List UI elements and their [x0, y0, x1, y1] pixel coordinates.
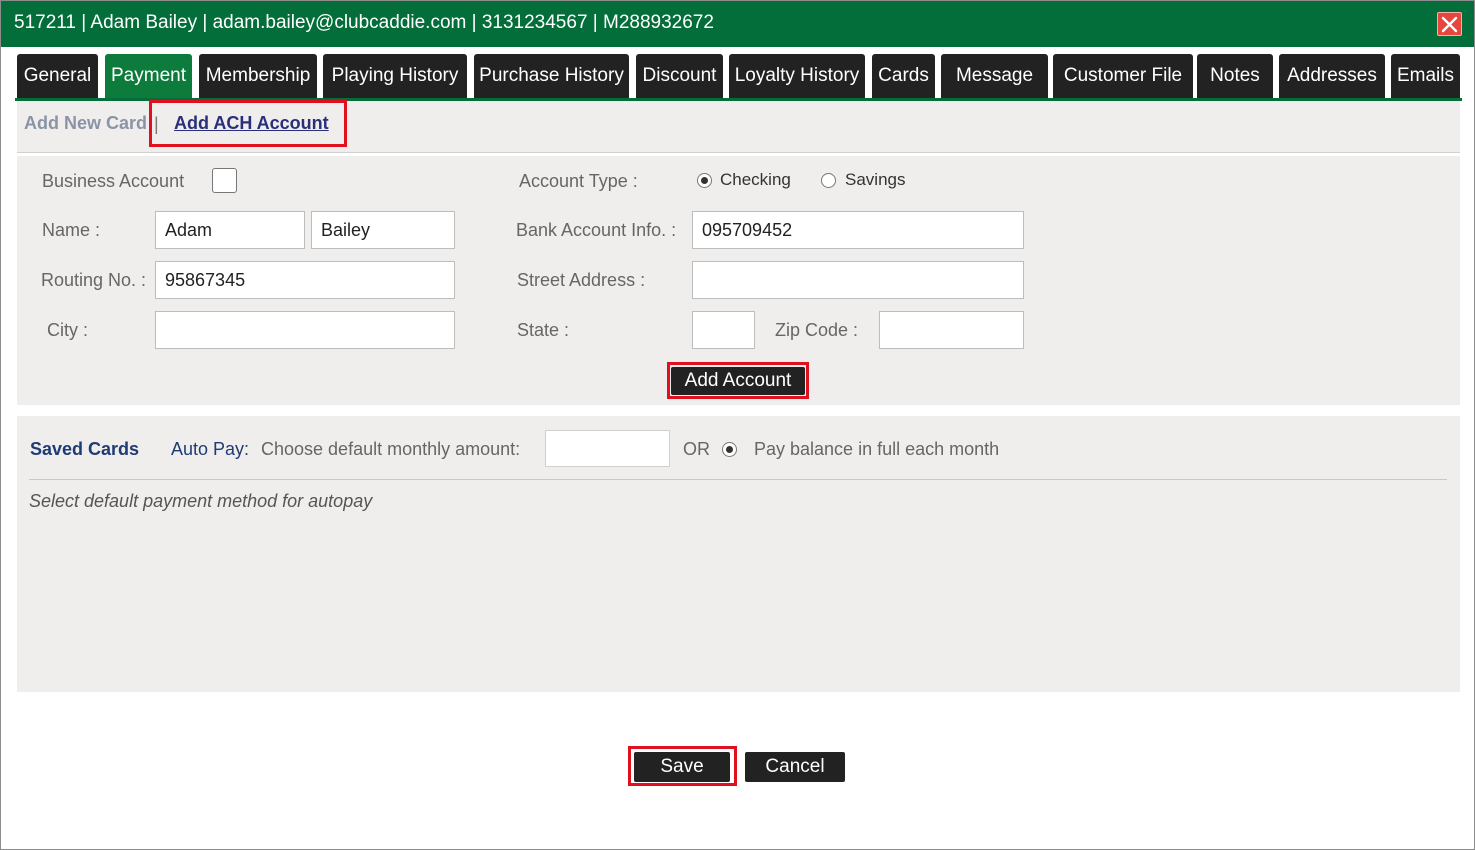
tab-playing-history[interactable]: Playing History [323, 54, 467, 98]
add-new-card-link[interactable]: Add New Card [24, 113, 147, 134]
autopay-description: Choose default monthly amount: [261, 439, 521, 459]
cancel-button[interactable]: Cancel [745, 752, 845, 782]
city-label: City : [47, 320, 89, 340]
autopay-label: Auto Pay: [171, 439, 250, 459]
savings-label: Savings [845, 170, 906, 189]
routing-number-field[interactable]: 95867345 [155, 261, 455, 299]
tab-cards[interactable]: Cards [872, 54, 935, 98]
monthly-amount-input[interactable] [545, 430, 670, 467]
save-highlight [628, 746, 737, 786]
ach-form: Business Account Name : Adam Bailey Rout… [17, 156, 1460, 405]
close-icon [1441, 16, 1458, 33]
tab-purchase-history[interactable]: Purchase History [474, 54, 629, 98]
street-address-field[interactable] [692, 261, 1024, 299]
pay-full-label: Pay balance in full each month [754, 439, 1000, 459]
tab-message[interactable]: Message [941, 54, 1048, 98]
state-field[interactable] [692, 311, 755, 349]
tab-payment[interactable]: Payment [105, 54, 192, 98]
checking-radio[interactable] [697, 173, 712, 188]
tab-customer-file[interactable]: Customer File [1053, 54, 1193, 98]
customer-dialog: 517211 | Adam Bailey | adam.bailey@clubc… [0, 0, 1475, 850]
name-label: Name : [42, 220, 101, 240]
business-account-label: Business Account [42, 171, 185, 191]
saved-cards-title: Saved Cards [30, 439, 140, 459]
autopay-hint: Select default payment method for autopa… [29, 491, 373, 511]
tab-loyalty-history[interactable]: Loyalty History [729, 54, 865, 98]
first-name-field[interactable]: Adam [155, 211, 305, 249]
saved-cards-divider [29, 479, 1447, 480]
saved-cards-panel: Saved Cards Auto Pay: Choose default mon… [17, 416, 1460, 692]
pay-full-radio[interactable] [722, 442, 737, 457]
or-label: OR [683, 439, 710, 459]
title-bar: 517211 | Adam Bailey | adam.bailey@clubc… [1, 1, 1474, 47]
bank-info-label: Bank Account Info. : [516, 220, 677, 240]
window-title: 517211 | Adam Bailey | adam.bailey@clubc… [14, 12, 714, 33]
bank-account-field[interactable]: 095709452 [692, 211, 1024, 249]
tab-strip: General Payment Membership Playing Histo… [17, 54, 1462, 99]
zip-label: Zip Code : [775, 320, 859, 340]
street-label: Street Address : [517, 270, 646, 290]
savings-radio[interactable] [821, 173, 836, 188]
tab-membership[interactable]: Membership [199, 54, 317, 98]
tab-notes[interactable]: Notes [1197, 54, 1273, 98]
last-name-field[interactable]: Bailey [311, 211, 455, 249]
tab-addresses[interactable]: Addresses [1279, 54, 1385, 98]
tab-emails[interactable]: Emails [1391, 54, 1460, 98]
tab-discount[interactable]: Discount [636, 54, 723, 98]
account-type-label: Account Type : [519, 171, 638, 191]
zip-code-field[interactable] [879, 311, 1024, 349]
add-account-highlight [667, 362, 809, 399]
ach-link-highlight [149, 100, 347, 147]
city-field[interactable] [155, 311, 455, 349]
business-account-checkbox[interactable] [212, 168, 237, 193]
tab-general[interactable]: General [17, 54, 98, 98]
close-button[interactable] [1437, 12, 1462, 36]
state-label: State : [517, 320, 570, 340]
routing-label: Routing No. : [41, 270, 147, 290]
checking-label: Checking [720, 170, 791, 189]
